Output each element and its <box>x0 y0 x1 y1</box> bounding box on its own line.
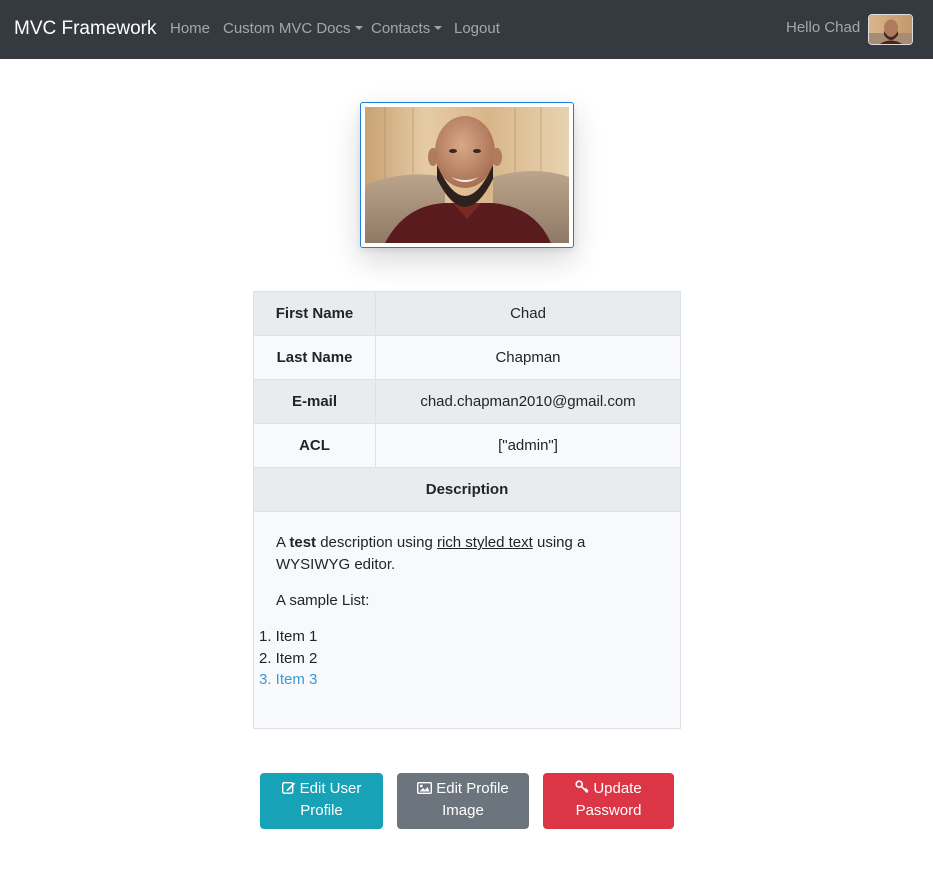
row-value: Chapman <box>375 335 681 380</box>
nav-contacts-dropdown[interactable]: Contacts <box>371 19 443 39</box>
description-paragraph: A sample List: <box>276 592 370 609</box>
table-row: Last Name Chapman <box>253 335 681 380</box>
row-value: chad.chapman2010@gmail.com <box>375 379 681 424</box>
text: description using <box>316 534 437 551</box>
list-item: 1. Item 1 <box>259 628 318 645</box>
table-row: E-mail chad.chapman2010@gmail.com <box>253 379 681 424</box>
sample-list: 1. Item 1 2. Item 2 3. Item 3 <box>259 626 641 691</box>
edit-user-profile-button[interactable]: Edit User Profile <box>260 773 383 829</box>
row-value: Chad <box>375 291 681 336</box>
bold-text: test <box>289 534 317 551</box>
nav-logout[interactable]: Logout <box>454 19 500 39</box>
edit-icon <box>281 782 295 794</box>
description-header-row: Description <box>253 467 681 512</box>
nav-home[interactable]: Home <box>170 19 210 39</box>
edit-profile-image-label: Edit Profile Image <box>436 780 509 819</box>
chevron-down-icon <box>434 26 443 30</box>
description-row: A test description using rich styled tex… <box>253 511 681 729</box>
description-header: Description <box>253 467 681 512</box>
avatar[interactable] <box>868 14 913 45</box>
text: A <box>276 534 290 551</box>
image-icon <box>417 781 433 795</box>
list-item: 3. Item 3 <box>259 671 318 688</box>
edit-profile-image-button[interactable]: Edit Profile Image <box>397 773 529 829</box>
description-content: A test description using rich styled tex… <box>253 511 681 729</box>
nav-docs-label: Custom MVC Docs <box>223 20 351 37</box>
nav-logout-label: Logout <box>454 20 500 37</box>
nav-contacts-label: Contacts <box>371 20 431 37</box>
row-label: Last Name <box>253 335 376 380</box>
user-greeting[interactable]: Hello Chad <box>786 18 860 38</box>
profile-image <box>360 102 574 248</box>
navbar: MVC Framework Home Custom MVC Docs Conta… <box>0 0 933 59</box>
row-label: ACL <box>253 423 376 468</box>
row-label: E-mail <box>253 379 376 424</box>
table-row: First Name Chad <box>253 291 681 336</box>
profile-table: First Name Chad Last Name Chapman E-mail… <box>253 291 681 729</box>
table-row: ACL ["admin"] <box>253 423 681 468</box>
row-label: First Name <box>253 291 376 336</box>
nav-custom-mvc-docs-dropdown[interactable]: Custom MVC Docs <box>223 19 363 39</box>
row-value: ["admin"] <box>375 423 681 468</box>
list-item: 2. Item 2 <box>259 649 318 667</box>
update-password-button[interactable]: Update Password <box>543 773 674 829</box>
nav-home-label: Home <box>170 20 211 37</box>
key-icon <box>575 780 589 794</box>
underlined-text: rich styled text <box>436 534 533 551</box>
chevron-down-icon <box>354 26 363 30</box>
edit-user-profile-label: Edit User Profile <box>299 780 362 819</box>
description-paragraph: A test description using rich styled tex… <box>276 532 658 576</box>
brand-link[interactable]: MVC Framework <box>14 17 157 41</box>
